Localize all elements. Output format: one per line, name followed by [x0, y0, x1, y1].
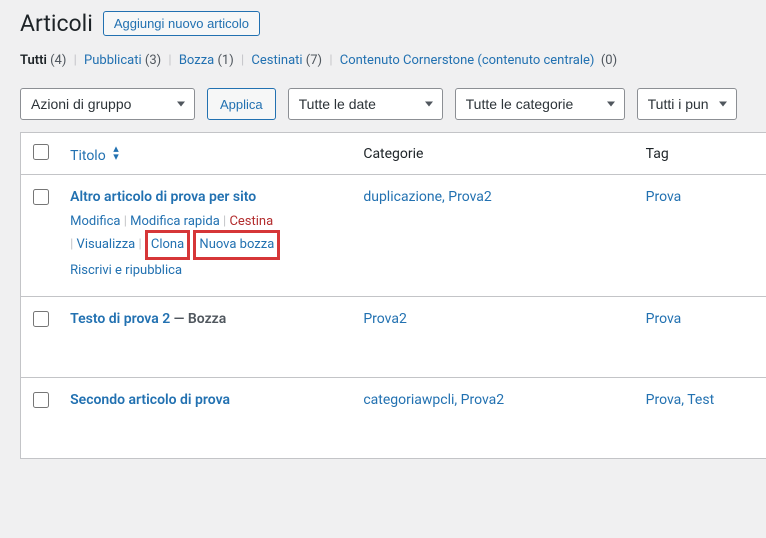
post-title-link[interactable]: Secondo articolo di prova [70, 392, 230, 408]
table-row: Testo di prova 2 — Bozza Prova2 Prova [21, 297, 766, 378]
tag-link[interactable]: Prova [646, 189, 682, 205]
seo-select[interactable]: Tutti i pun [637, 88, 737, 120]
title-column-label: Titolo [70, 148, 106, 164]
filter-draft[interactable]: Bozza [179, 53, 214, 68]
tag-link[interactable]: Prova [646, 311, 682, 327]
table-row: Secondo articolo di prova categoriawpcli… [21, 378, 766, 459]
categories-select[interactable]: Tutte le categorie [455, 88, 625, 120]
table-row: Altro articolo di prova per sito Modific… [21, 175, 766, 297]
add-new-button[interactable]: Aggiungi nuovo articolo [103, 11, 260, 36]
filter-trash[interactable]: Cestinati [251, 53, 302, 68]
tag-link[interactable]: Prova, Test [646, 392, 714, 408]
view-link[interactable]: Visualizza [77, 237, 136, 252]
row-checkbox[interactable] [33, 189, 49, 205]
rewrite-link[interactable]: Riscrivi e ripubblica [70, 263, 182, 278]
select-all-checkbox[interactable] [33, 144, 49, 160]
page-header: Articoli Aggiungi nuovo articolo [20, 10, 766, 37]
apply-button[interactable]: Applica [207, 88, 276, 120]
select-all-header [21, 133, 61, 175]
edit-link[interactable]: Modifica [70, 214, 120, 229]
filter-all[interactable]: Tutti [20, 53, 47, 68]
title-column-header[interactable]: Titolo ▴▾ [60, 133, 353, 175]
category-link[interactable]: categoriawpcli, Prova2 [363, 392, 504, 408]
row-checkbox[interactable] [33, 392, 49, 408]
dates-select[interactable]: Tutte le date [288, 88, 443, 120]
filter-cornerstone-count: (0) [601, 53, 617, 68]
new-draft-link[interactable]: Nuova bozza [199, 237, 274, 252]
category-link[interactable]: Prova2 [363, 311, 406, 327]
trash-link[interactable]: Cestina [229, 214, 273, 229]
post-state: — Bozza [170, 311, 226, 327]
filter-published[interactable]: Pubblicati [84, 53, 142, 68]
page-title: Articoli [20, 10, 93, 37]
filter-cornerstone[interactable]: Contenuto Cornerstone (contenuto central… [340, 53, 595, 68]
row-actions: Modifica | Modifica rapida | Cestina | V… [70, 211, 343, 282]
tags-column-header: Tag [636, 133, 766, 175]
filter-published-count: (3) [145, 53, 161, 68]
quick-edit-link[interactable]: Modifica rapida [130, 214, 220, 229]
sort-icon: ▴▾ [113, 143, 119, 162]
filter-draft-count: (1) [217, 53, 233, 68]
filter-trash-count: (7) [306, 53, 322, 68]
post-title-link[interactable]: Altro articolo di prova per sito [70, 189, 256, 205]
category-link[interactable]: duplicazione, Prova2 [363, 189, 491, 205]
filter-all-count: (4) [50, 53, 66, 68]
row-checkbox[interactable] [33, 311, 49, 327]
categories-column-header: Categorie [353, 133, 635, 175]
post-title-link[interactable]: Testo di prova 2 [70, 311, 170, 327]
bulk-actions-select[interactable]: Azioni di gruppo [20, 88, 195, 120]
tablenav: Azioni di gruppo Applica Tutte le date T… [20, 88, 766, 120]
filter-links: Tutti (4) | Pubblicati (3) | Bozza (1) |… [20, 53, 766, 68]
clone-link[interactable]: Clona [151, 237, 184, 252]
posts-table: Titolo ▴▾ Categorie Tag Altro articolo d… [20, 132, 766, 459]
